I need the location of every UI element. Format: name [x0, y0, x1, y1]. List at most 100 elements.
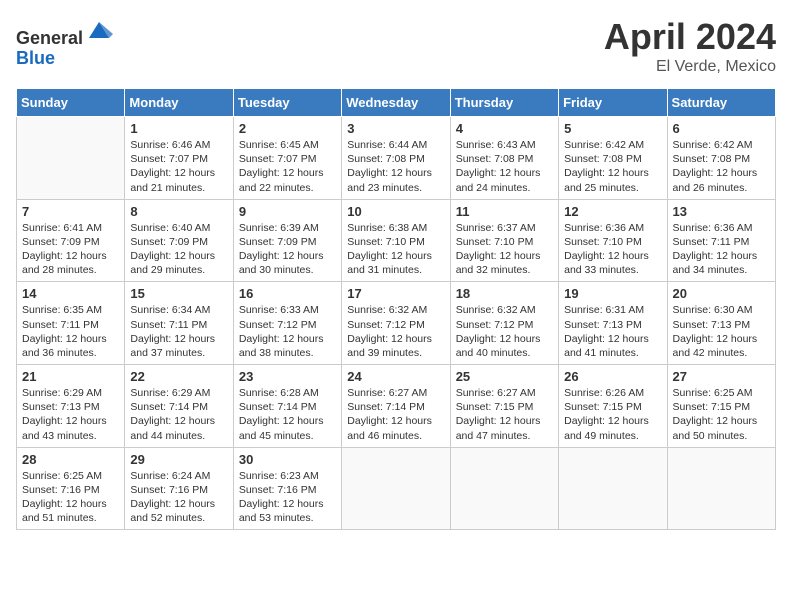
weekday-header: Thursday: [450, 89, 558, 117]
calendar-day-cell: 12 Sunrise: 6:36 AM Sunset: 7:10 PM Dayl…: [559, 199, 667, 282]
day-info: Sunrise: 6:32 AM Sunset: 7:12 PM Dayligh…: [456, 303, 553, 360]
day-number: 11: [456, 204, 553, 219]
calendar-day-cell: [17, 117, 125, 200]
day-number: 28: [22, 452, 119, 467]
calendar-week-row: 28 Sunrise: 6:25 AM Sunset: 7:16 PM Dayl…: [17, 447, 776, 530]
day-info: Sunrise: 6:23 AM Sunset: 7:16 PM Dayligh…: [239, 469, 336, 526]
day-info: Sunrise: 6:26 AM Sunset: 7:15 PM Dayligh…: [564, 386, 661, 443]
calendar-day-cell: 23 Sunrise: 6:28 AM Sunset: 7:14 PM Dayl…: [233, 365, 341, 448]
calendar-day-cell: 17 Sunrise: 6:32 AM Sunset: 7:12 PM Dayl…: [342, 282, 450, 365]
day-info: Sunrise: 6:36 AM Sunset: 7:10 PM Dayligh…: [564, 221, 661, 278]
calendar-day-cell: 26 Sunrise: 6:26 AM Sunset: 7:15 PM Dayl…: [559, 365, 667, 448]
calendar-week-row: 21 Sunrise: 6:29 AM Sunset: 7:13 PM Dayl…: [17, 365, 776, 448]
day-number: 23: [239, 369, 336, 384]
day-info: Sunrise: 6:33 AM Sunset: 7:12 PM Dayligh…: [239, 303, 336, 360]
day-number: 27: [673, 369, 770, 384]
day-number: 21: [22, 369, 119, 384]
day-number: 14: [22, 286, 119, 301]
day-number: 17: [347, 286, 444, 301]
weekday-header: Sunday: [17, 89, 125, 117]
calendar-day-cell: 16 Sunrise: 6:33 AM Sunset: 7:12 PM Dayl…: [233, 282, 341, 365]
location: El Verde, Mexico: [604, 58, 776, 76]
day-number: 16: [239, 286, 336, 301]
calendar-day-cell: 7 Sunrise: 6:41 AM Sunset: 7:09 PM Dayli…: [17, 199, 125, 282]
day-info: Sunrise: 6:42 AM Sunset: 7:08 PM Dayligh…: [564, 138, 661, 195]
weekday-header: Friday: [559, 89, 667, 117]
calendar-day-cell: 13 Sunrise: 6:36 AM Sunset: 7:11 PM Dayl…: [667, 199, 775, 282]
calendar-day-cell: 4 Sunrise: 6:43 AM Sunset: 7:08 PM Dayli…: [450, 117, 558, 200]
day-number: 2: [239, 121, 336, 136]
day-info: Sunrise: 6:41 AM Sunset: 7:09 PM Dayligh…: [22, 221, 119, 278]
day-info: Sunrise: 6:32 AM Sunset: 7:12 PM Dayligh…: [347, 303, 444, 360]
day-info: Sunrise: 6:31 AM Sunset: 7:13 PM Dayligh…: [564, 303, 661, 360]
calendar-day-cell: 8 Sunrise: 6:40 AM Sunset: 7:09 PM Dayli…: [125, 199, 233, 282]
calendar-day-cell: 15 Sunrise: 6:34 AM Sunset: 7:11 PM Dayl…: [125, 282, 233, 365]
day-number: 1: [130, 121, 227, 136]
title-block: April 2024 El Verde, Mexico: [604, 16, 776, 76]
day-number: 19: [564, 286, 661, 301]
weekday-header-row: SundayMondayTuesdayWednesdayThursdayFrid…: [17, 89, 776, 117]
logo-icon: [85, 16, 113, 44]
weekday-header: Monday: [125, 89, 233, 117]
day-info: Sunrise: 6:34 AM Sunset: 7:11 PM Dayligh…: [130, 303, 227, 360]
day-info: Sunrise: 6:44 AM Sunset: 7:08 PM Dayligh…: [347, 138, 444, 195]
calendar-day-cell: 24 Sunrise: 6:27 AM Sunset: 7:14 PM Dayl…: [342, 365, 450, 448]
day-number: 5: [564, 121, 661, 136]
day-number: 26: [564, 369, 661, 384]
day-info: Sunrise: 6:29 AM Sunset: 7:14 PM Dayligh…: [130, 386, 227, 443]
day-info: Sunrise: 6:35 AM Sunset: 7:11 PM Dayligh…: [22, 303, 119, 360]
day-info: Sunrise: 6:43 AM Sunset: 7:08 PM Dayligh…: [456, 138, 553, 195]
day-number: 13: [673, 204, 770, 219]
calendar-day-cell: 28 Sunrise: 6:25 AM Sunset: 7:16 PM Dayl…: [17, 447, 125, 530]
calendar-day-cell: 1 Sunrise: 6:46 AM Sunset: 7:07 PM Dayli…: [125, 117, 233, 200]
day-number: 15: [130, 286, 227, 301]
logo-blue: Blue: [16, 48, 55, 68]
day-info: Sunrise: 6:37 AM Sunset: 7:10 PM Dayligh…: [456, 221, 553, 278]
calendar-day-cell: [450, 447, 558, 530]
day-info: Sunrise: 6:39 AM Sunset: 7:09 PM Dayligh…: [239, 221, 336, 278]
day-number: 29: [130, 452, 227, 467]
calendar-week-row: 1 Sunrise: 6:46 AM Sunset: 7:07 PM Dayli…: [17, 117, 776, 200]
day-info: Sunrise: 6:28 AM Sunset: 7:14 PM Dayligh…: [239, 386, 336, 443]
weekday-header: Tuesday: [233, 89, 341, 117]
day-number: 22: [130, 369, 227, 384]
calendar-day-cell: 27 Sunrise: 6:25 AM Sunset: 7:15 PM Dayl…: [667, 365, 775, 448]
calendar-day-cell: [342, 447, 450, 530]
calendar-day-cell: 18 Sunrise: 6:32 AM Sunset: 7:12 PM Dayl…: [450, 282, 558, 365]
day-info: Sunrise: 6:40 AM Sunset: 7:09 PM Dayligh…: [130, 221, 227, 278]
calendar-day-cell: 30 Sunrise: 6:23 AM Sunset: 7:16 PM Dayl…: [233, 447, 341, 530]
day-number: 20: [673, 286, 770, 301]
day-number: 25: [456, 369, 553, 384]
day-info: Sunrise: 6:46 AM Sunset: 7:07 PM Dayligh…: [130, 138, 227, 195]
day-info: Sunrise: 6:24 AM Sunset: 7:16 PM Dayligh…: [130, 469, 227, 526]
day-number: 18: [456, 286, 553, 301]
month-title: April 2024: [604, 16, 776, 58]
calendar-day-cell: 5 Sunrise: 6:42 AM Sunset: 7:08 PM Dayli…: [559, 117, 667, 200]
calendar-day-cell: 20 Sunrise: 6:30 AM Sunset: 7:13 PM Dayl…: [667, 282, 775, 365]
logo: General Blue: [16, 16, 113, 69]
calendar-day-cell: 19 Sunrise: 6:31 AM Sunset: 7:13 PM Dayl…: [559, 282, 667, 365]
day-number: 30: [239, 452, 336, 467]
weekday-header: Wednesday: [342, 89, 450, 117]
day-number: 24: [347, 369, 444, 384]
day-info: Sunrise: 6:30 AM Sunset: 7:13 PM Dayligh…: [673, 303, 770, 360]
calendar-day-cell: [559, 447, 667, 530]
calendar-day-cell: 11 Sunrise: 6:37 AM Sunset: 7:10 PM Dayl…: [450, 199, 558, 282]
day-info: Sunrise: 6:36 AM Sunset: 7:11 PM Dayligh…: [673, 221, 770, 278]
day-info: Sunrise: 6:25 AM Sunset: 7:16 PM Dayligh…: [22, 469, 119, 526]
calendar-week-row: 14 Sunrise: 6:35 AM Sunset: 7:11 PM Dayl…: [17, 282, 776, 365]
day-number: 6: [673, 121, 770, 136]
day-info: Sunrise: 6:27 AM Sunset: 7:14 PM Dayligh…: [347, 386, 444, 443]
day-info: Sunrise: 6:27 AM Sunset: 7:15 PM Dayligh…: [456, 386, 553, 443]
calendar-table: SundayMondayTuesdayWednesdayThursdayFrid…: [16, 88, 776, 530]
calendar-day-cell: 14 Sunrise: 6:35 AM Sunset: 7:11 PM Dayl…: [17, 282, 125, 365]
calendar-day-cell: 9 Sunrise: 6:39 AM Sunset: 7:09 PM Dayli…: [233, 199, 341, 282]
calendar-day-cell: 21 Sunrise: 6:29 AM Sunset: 7:13 PM Dayl…: [17, 365, 125, 448]
calendar-day-cell: 2 Sunrise: 6:45 AM Sunset: 7:07 PM Dayli…: [233, 117, 341, 200]
day-number: 8: [130, 204, 227, 219]
page-header: General Blue April 2024 El Verde, Mexico: [16, 16, 776, 76]
calendar-day-cell: 22 Sunrise: 6:29 AM Sunset: 7:14 PM Dayl…: [125, 365, 233, 448]
day-number: 10: [347, 204, 444, 219]
day-number: 9: [239, 204, 336, 219]
day-info: Sunrise: 6:45 AM Sunset: 7:07 PM Dayligh…: [239, 138, 336, 195]
